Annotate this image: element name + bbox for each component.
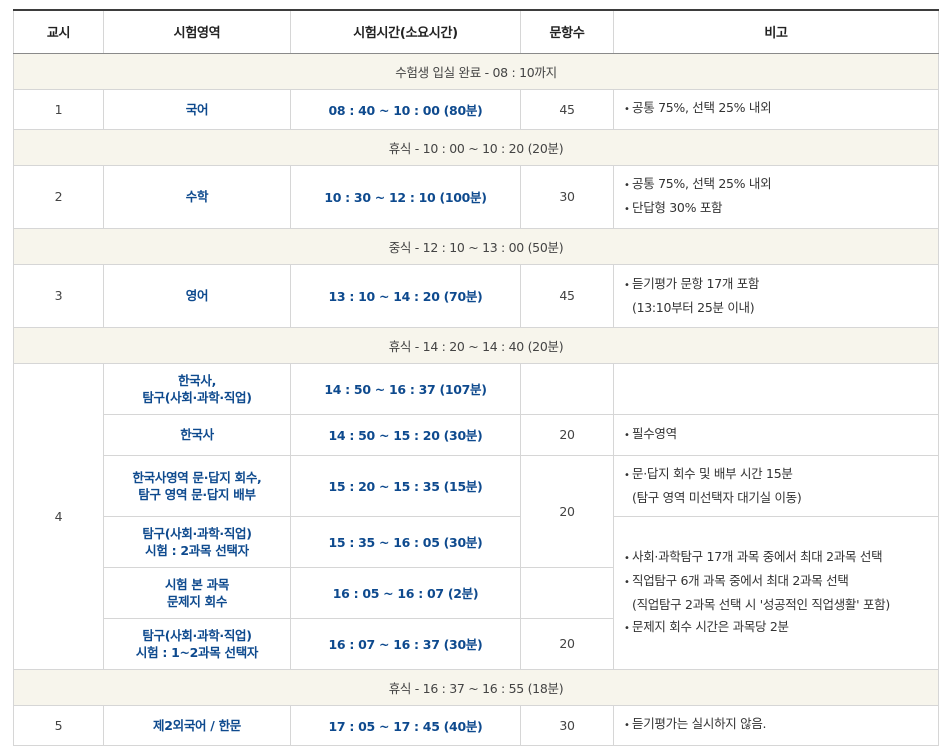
time-cell: 14 : 50 ~ 16 : 37 (107분) bbox=[290, 362, 521, 415]
remark-item: 단답형 30% 포함 bbox=[624, 197, 938, 221]
subject-cell: 한국사, 탐구(사회·과학·직업) bbox=[103, 362, 291, 415]
subject-cell: 탐구(사회·과학·직업) 시험 : 1~2과목 선택자 bbox=[103, 617, 291, 670]
time-cell: 15 : 35 ~ 16 : 05 (30분) bbox=[290, 515, 521, 568]
header-time: 시험시간(소요시간) bbox=[290, 9, 521, 54]
subject-cell: 탐구(사회·과학·직업) 시험 : 2과목 선택자 bbox=[103, 515, 291, 568]
note-row-break2: 휴식 - 14 : 20 ~ 14 : 40 (20분) bbox=[13, 326, 939, 364]
subject-line: 시험 본 과목 bbox=[164, 576, 230, 592]
header-remarks: 비고 bbox=[613, 9, 939, 54]
count-cell: 20 bbox=[520, 617, 614, 670]
table-row-period-1: 1 국어 08 : 40 ~ 10 : 00 (80분) 45 공통 75%, … bbox=[13, 88, 939, 130]
remark-item: (탐구 영역 미선택자 대기실 이동) bbox=[632, 489, 802, 505]
time-cell: 14 : 50 ~ 15 : 20 (30분) bbox=[290, 413, 521, 456]
remark-item: (직업탐구 2과목 선택 시 '성공적인 직업생활' 포함) bbox=[632, 596, 890, 612]
subject-cell: 한국사영역 문·답지 회수, 탐구 영역 문·답지 배부 bbox=[103, 454, 291, 517]
count-cell: 30 bbox=[520, 704, 614, 746]
table-row-period-4: 4 한국사, 탐구(사회·과학·직업) 14 : 50 ~ 16 : 37 (1… bbox=[13, 362, 939, 670]
period-cell: 5 bbox=[13, 704, 104, 746]
count-cell: 30 bbox=[520, 164, 614, 229]
subject-line: 한국사영역 문·답지 회수, bbox=[132, 469, 262, 485]
remark-item: 사회·과학탐구 17개 과목 중에서 최대 2과목 선택 bbox=[624, 546, 938, 570]
count-cell bbox=[520, 566, 614, 619]
note-lunch: 중식 - 12 : 10 ~ 13 : 00 (50분) bbox=[13, 227, 939, 265]
remark-cell: 공통 75%, 선택 25% 내외 단답형 30% 포함 bbox=[613, 164, 939, 229]
remark-item: 필수영역 bbox=[624, 423, 938, 447]
remark-cell: 사회·과학탐구 17개 과목 중에서 최대 2과목 선택 직업탐구 6개 과목 … bbox=[613, 515, 939, 670]
remark-item: 듣기평가는 실시하지 않음. bbox=[624, 713, 938, 737]
count-cell bbox=[520, 362, 614, 415]
remark-item: 문·답지 회수 및 배부 시간 15분 bbox=[624, 463, 938, 487]
remark-cell: 필수영역 bbox=[613, 413, 939, 456]
subject-cell: 영어 bbox=[103, 263, 291, 328]
remark-cell: 공통 75%, 선택 25% 내외 bbox=[613, 88, 939, 130]
note-entry: 수험생 입실 완료 - 08 : 10까지 bbox=[13, 52, 939, 90]
note-break3: 휴식 - 16 : 37 ~ 16 : 55 (18분) bbox=[13, 668, 939, 706]
note-break2: 휴식 - 14 : 20 ~ 14 : 40 (20분) bbox=[13, 326, 939, 364]
period-cell: 1 bbox=[13, 88, 104, 130]
table-row: 탐구(사회·과학·직업) 시험 : 2과목 선택자 15 : 35 ~ 16 :… bbox=[14, 515, 939, 670]
period-cell: 3 bbox=[13, 263, 104, 328]
table-row: 한국사 14 : 50 ~ 15 : 20 (30분) 20 필수영역 bbox=[14, 413, 939, 456]
note-break1: 휴식 - 10 : 00 ~ 10 : 20 (20분) bbox=[13, 128, 939, 166]
subject-cell: 시험 본 과목 문제지 회수 bbox=[103, 566, 291, 619]
subject-line: 시험 : 1~2과목 선택자 bbox=[135, 644, 259, 660]
remark-item: 공통 75%, 선택 25% 내외 bbox=[624, 97, 938, 121]
header-count: 문항수 bbox=[520, 9, 614, 54]
note-row-break3: 휴식 - 16 : 37 ~ 16 : 55 (18분) bbox=[13, 668, 939, 706]
time-cell: 13 : 10 ~ 14 : 20 (70분) bbox=[290, 263, 521, 328]
exam-schedule-table: 교시 시험영역 시험시간(소요시간) 문항수 비고 수험생 입실 완료 - 08… bbox=[13, 9, 939, 746]
time-cell: 16 : 07 ~ 16 : 37 (30분) bbox=[290, 617, 521, 670]
table-row-period-5: 5 제2외국어 / 한문 17 : 05 ~ 17 : 45 (40분) 30 … bbox=[13, 704, 939, 746]
table-row: 한국사영역 문·답지 회수, 탐구 영역 문·답지 배부 15 : 20 ~ 1… bbox=[14, 454, 939, 568]
count-cell: 45 bbox=[520, 88, 614, 130]
header-row: 교시 시험영역 시험시간(소요시간) 문항수 비고 bbox=[13, 9, 939, 54]
subject-line: 탐구(사회·과학·직업) bbox=[142, 627, 252, 643]
note-row-lunch: 중식 - 12 : 10 ~ 13 : 00 (50분) bbox=[13, 227, 939, 265]
remark-cell: 듣기평가 문항 17개 포함 (13:10부터 25분 이내) bbox=[613, 263, 939, 328]
header-period: 교시 bbox=[13, 9, 104, 54]
subject-line: 탐구(사회·과학·직업) bbox=[142, 389, 252, 405]
subject-cell: 수학 bbox=[103, 164, 291, 229]
count-cell: 20 bbox=[520, 454, 614, 568]
header-subject: 시험영역 bbox=[103, 9, 291, 54]
period-cell: 4 bbox=[13, 362, 104, 670]
note-row-break1: 휴식 - 10 : 00 ~ 10 : 20 (20분) bbox=[13, 128, 939, 166]
subject-cell: 한국사 bbox=[103, 413, 291, 456]
remark-item: 듣기평가 문항 17개 포함 bbox=[624, 273, 938, 297]
subject-line: 탐구(사회·과학·직업) bbox=[142, 525, 252, 541]
period-cell: 2 bbox=[13, 164, 104, 229]
time-cell: 16 : 05 ~ 16 : 07 (2분) bbox=[290, 566, 521, 619]
subject-line: 문제지 회수 bbox=[166, 593, 228, 609]
subject-cell: 국어 bbox=[103, 88, 291, 130]
time-cell: 15 : 20 ~ 15 : 35 (15분) bbox=[290, 454, 521, 517]
subject-line: 시험 : 2과목 선택자 bbox=[145, 542, 249, 558]
time-cell: 08 : 40 ~ 10 : 00 (80분) bbox=[290, 88, 521, 130]
table-row-period-3: 3 영어 13 : 10 ~ 14 : 20 (70분) 45 듣기평가 문항 … bbox=[13, 263, 939, 328]
subject-line: 한국사, bbox=[177, 372, 217, 388]
remark-item: 공통 75%, 선택 25% 내외 bbox=[624, 173, 938, 197]
subject-cell: 제2외국어 / 한문 bbox=[103, 704, 291, 746]
subject-line: 탐구 영역 문·답지 배부 bbox=[138, 486, 256, 502]
time-cell: 10 : 30 ~ 12 : 10 (100분) bbox=[290, 164, 521, 229]
count-cell: 20 bbox=[520, 413, 614, 456]
remark-cell bbox=[613, 362, 939, 415]
time-cell: 17 : 05 ~ 17 : 45 (40분) bbox=[290, 704, 521, 746]
remark-item: 문제지 회수 시간은 과목당 2분 bbox=[624, 616, 938, 640]
count-cell: 45 bbox=[520, 263, 614, 328]
remark-item: 직업탐구 6개 과목 중에서 최대 2과목 선택 bbox=[624, 570, 938, 594]
remark-cell: 듣기평가는 실시하지 않음. bbox=[613, 704, 939, 746]
note-row-entry: 수험생 입실 완료 - 08 : 10까지 bbox=[13, 52, 939, 90]
remark-cell: 문·답지 회수 및 배부 시간 15분 (탐구 영역 미선택자 대기실 이동) bbox=[613, 454, 939, 517]
table-row-period-2: 2 수학 10 : 30 ~ 12 : 10 (100분) 30 공통 75%,… bbox=[13, 164, 939, 229]
remark-item: (13:10부터 25분 이내) bbox=[632, 299, 755, 315]
